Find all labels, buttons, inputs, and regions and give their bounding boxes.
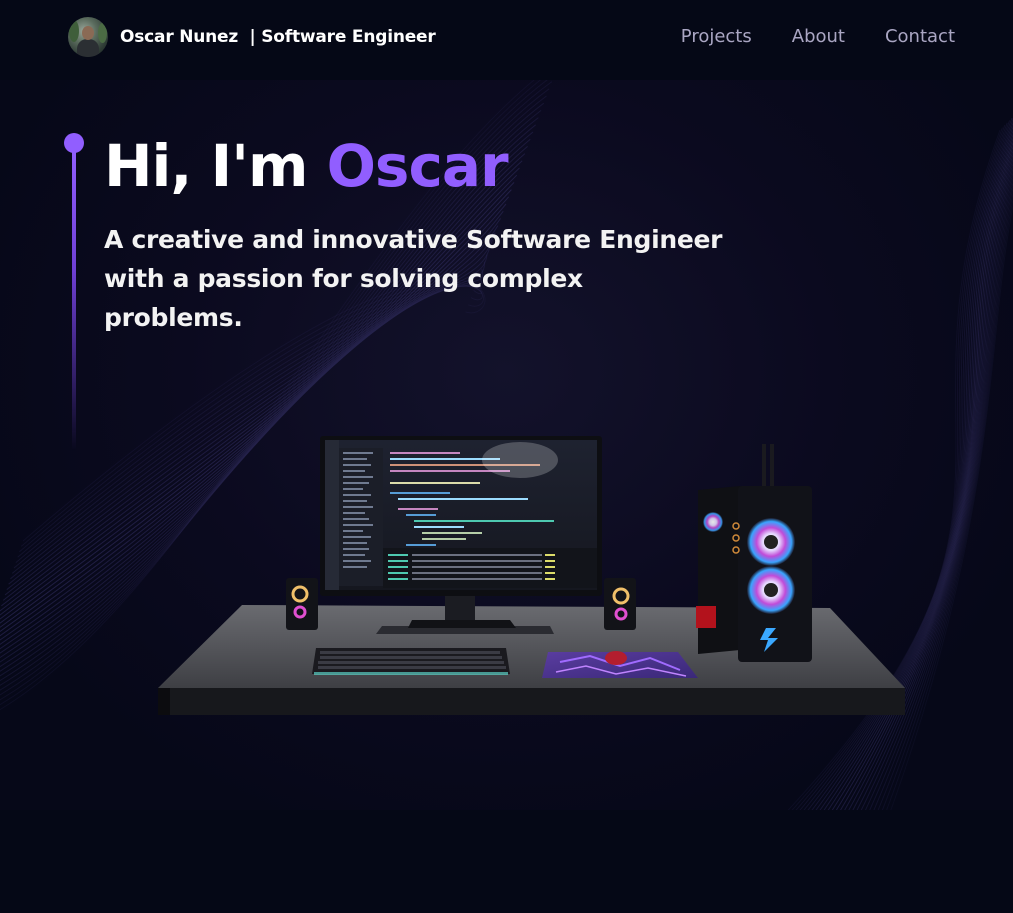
pc-tower-side bbox=[698, 486, 740, 654]
nav-links: Projects About Contact bbox=[681, 26, 955, 47]
hero-subtitle-line1: A creative and innovative Software Engin… bbox=[104, 225, 723, 254]
mouse bbox=[605, 651, 627, 665]
navbar: Oscar Nunez | Software Engineer Projects… bbox=[0, 0, 1013, 80]
brand-text: Oscar Nunez | Software Engineer bbox=[120, 27, 436, 47]
brand-name: Oscar Nunez bbox=[120, 27, 239, 47]
avatar-icon bbox=[68, 17, 108, 57]
nav-link-about[interactable]: About bbox=[792, 26, 845, 47]
hero-subtitle: A creative and innovative Software Engin… bbox=[104, 220, 724, 337]
desk-computer-scene-icon[interactable] bbox=[150, 430, 910, 730]
brand-link[interactable]: Oscar Nunez | Software Engineer bbox=[68, 17, 436, 57]
accent-dot-icon bbox=[64, 133, 84, 153]
hero-name: Oscar bbox=[326, 132, 509, 200]
hero-greeting: Hi, I'm bbox=[104, 132, 308, 200]
hero-heading: Hi, I'm Oscar bbox=[104, 130, 509, 202]
brand-subtitle: | Software Engineer bbox=[249, 27, 436, 47]
portfolio-page: Oscar Nunez | Software Engineer Projects… bbox=[0, 0, 1013, 913]
accent-gradient-line bbox=[72, 151, 76, 451]
hero-subtitle-line2: with a passion for solving complex probl… bbox=[104, 264, 583, 332]
hero-accent-line bbox=[64, 133, 84, 463]
nav-link-projects[interactable]: Projects bbox=[681, 26, 752, 47]
nav-link-contact[interactable]: Contact bbox=[885, 26, 955, 47]
